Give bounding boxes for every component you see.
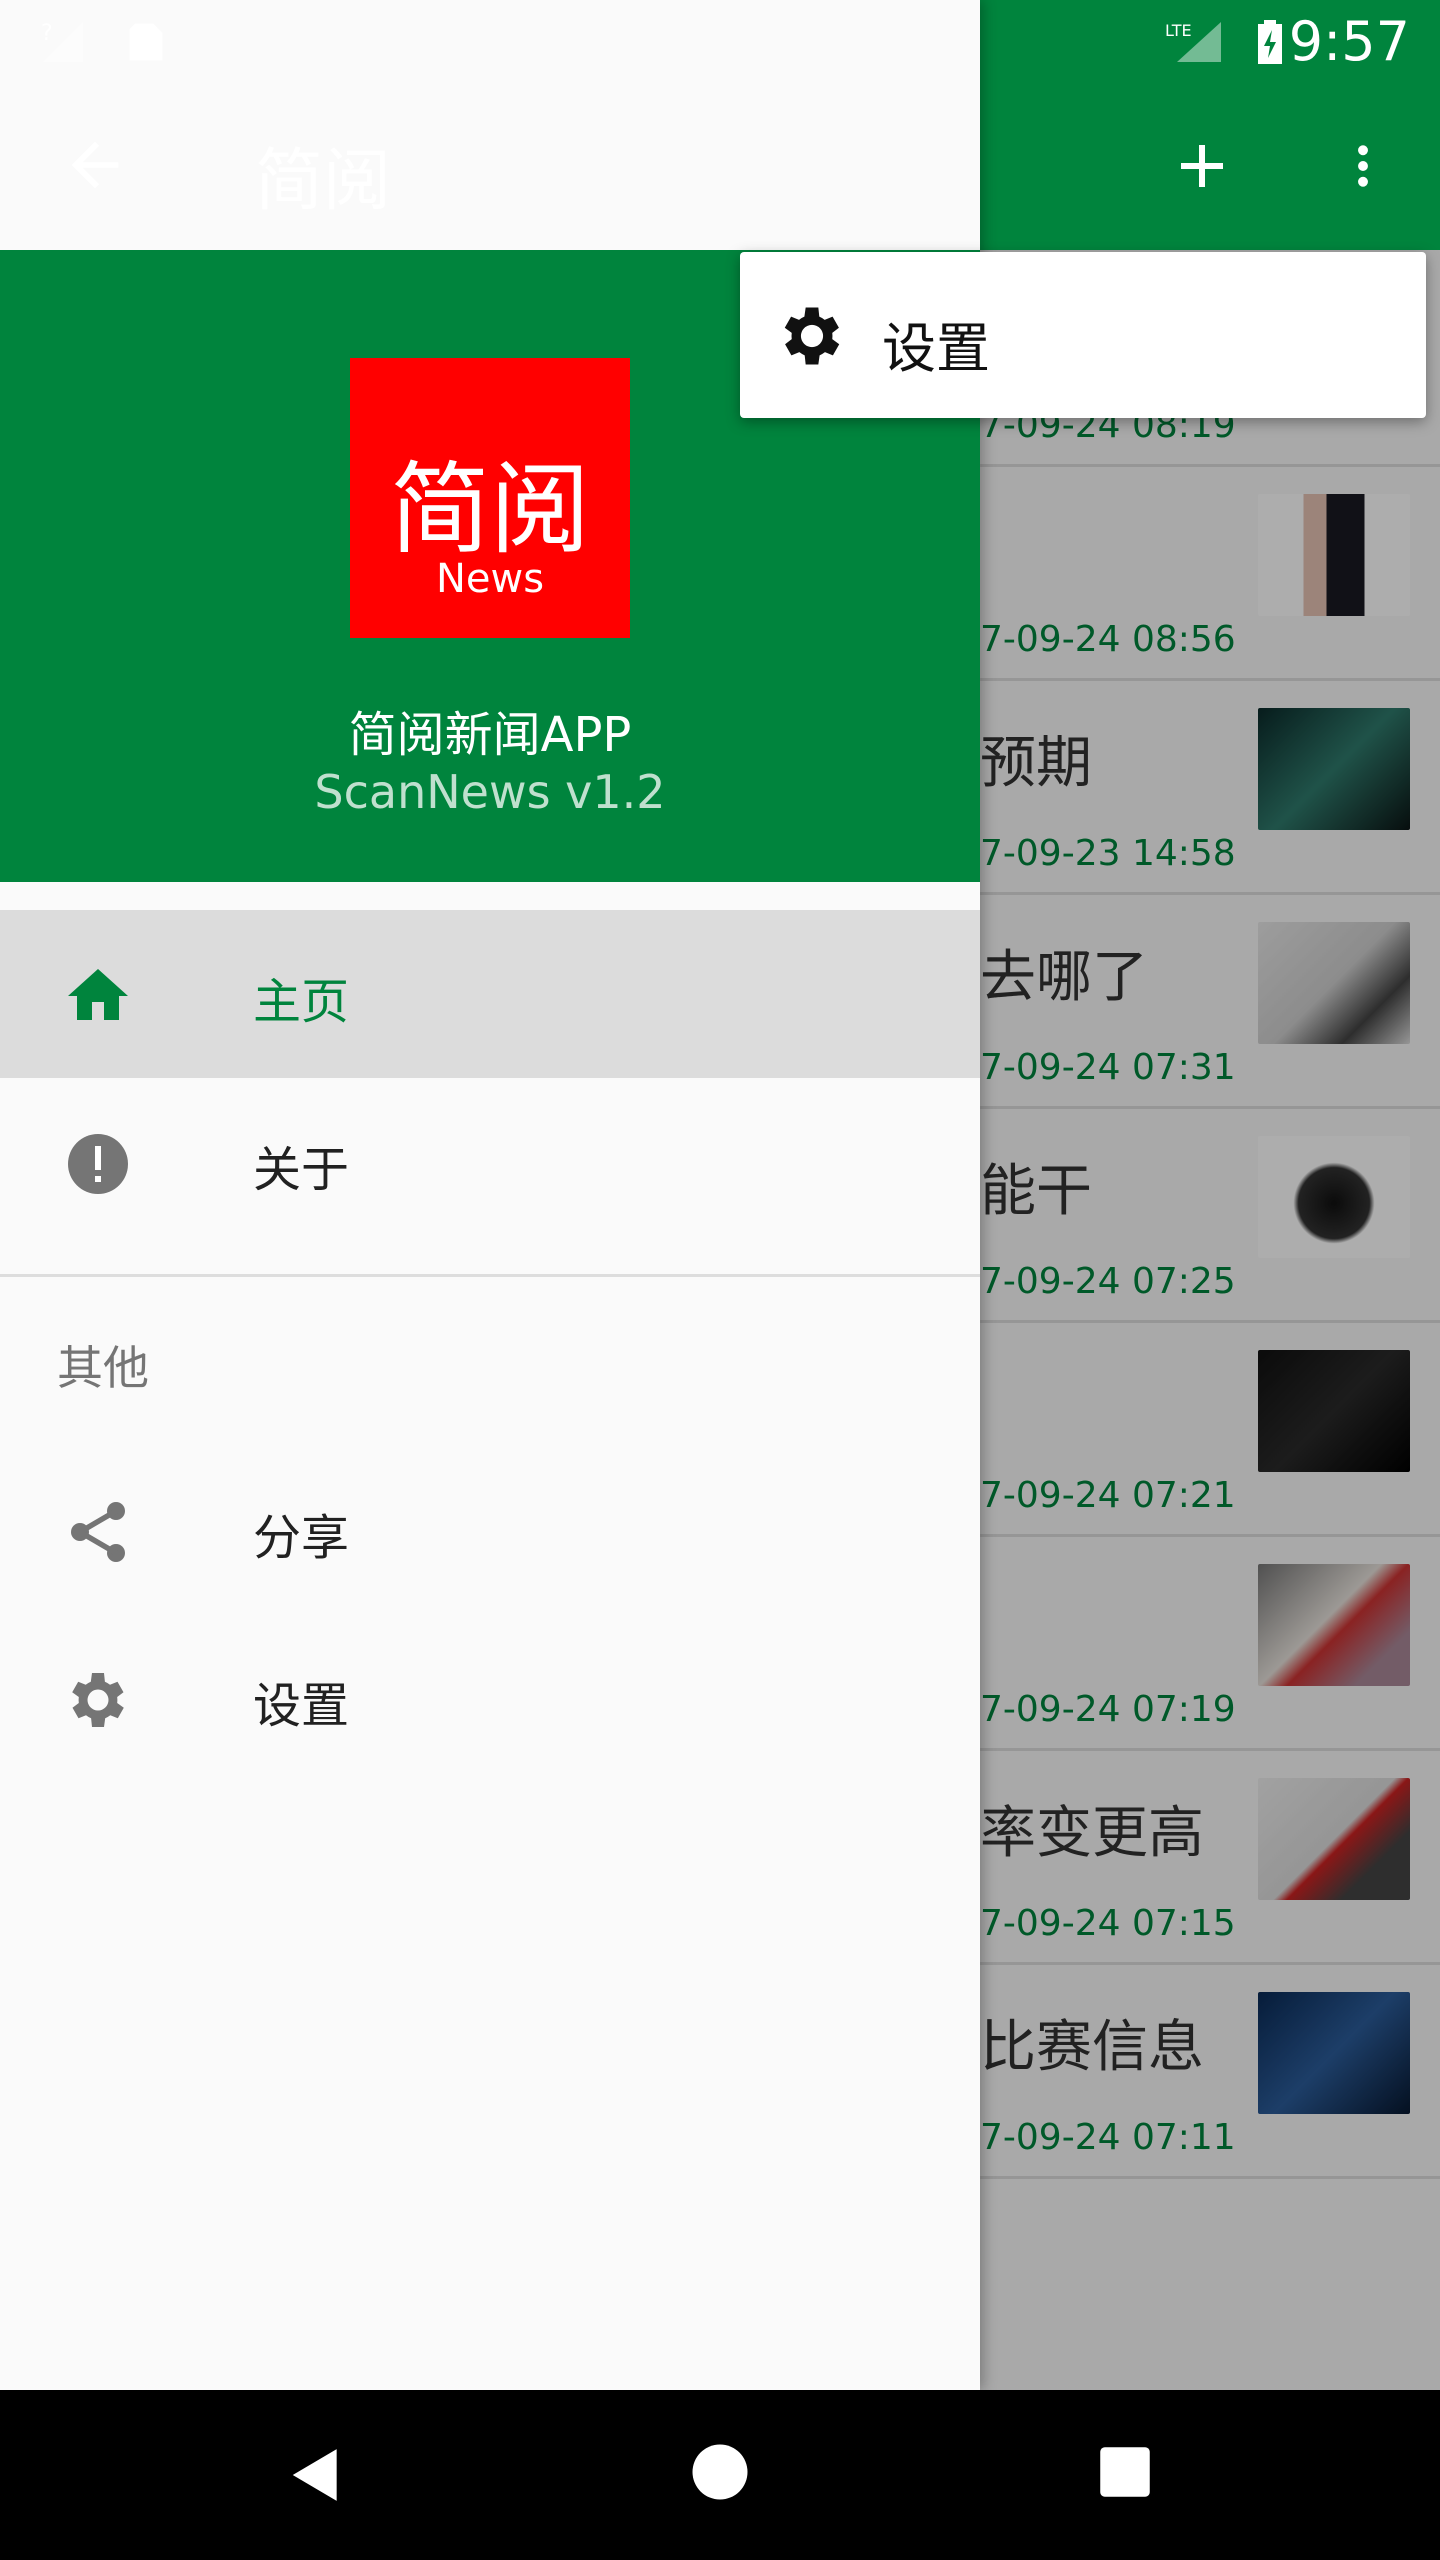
system-nav-bar [0, 2390, 1440, 2560]
sd-card-icon [129, 23, 163, 61]
menu-item-label: 设置 [882, 317, 990, 380]
drawer-scrim[interactable] [980, 250, 1440, 2390]
status-bar: ? LTE 9:57 [0, 0, 1440, 84]
app-version: ScanNews v1.2 [314, 765, 666, 819]
more-vert-icon[interactable] [1336, 130, 1390, 202]
info-icon [68, 1134, 128, 1194]
app-logo: 简阅 News [350, 358, 630, 638]
battery-charging-icon [1258, 20, 1282, 64]
share-icon [71, 1502, 125, 1562]
gear-icon [72, 1673, 124, 1727]
menu-item-settings[interactable]: 设置 [740, 252, 1426, 418]
signal-icon: ? [41, 21, 83, 62]
back-arrow-icon[interactable] [60, 130, 130, 200]
gear-icon [784, 307, 840, 365]
nav-back-icon[interactable] [285, 2442, 347, 2508]
svg-text:LTE: LTE [1165, 21, 1192, 40]
svg-text:?: ? [41, 21, 53, 46]
drawer-item-share[interactable]: 分享 [0, 1446, 980, 1614]
home-icon [68, 969, 128, 1020]
drawer-item-label: 关于 [253, 1142, 350, 1198]
drawer-item-about[interactable]: 关于 [0, 1078, 980, 1246]
nav-home-icon[interactable] [690, 2442, 750, 2502]
overflow-menu: 设置 [740, 252, 1426, 418]
drawer-divider [0, 1274, 980, 1277]
drawer-item-home[interactable]: 主页 [0, 910, 980, 1078]
nav-recents-icon[interactable] [1098, 2445, 1152, 2499]
app-name: 简阅新闻APP [348, 707, 632, 763]
drawer-section-header: 其他 [57, 1341, 149, 1395]
drawer-item-label: 分享 [253, 1510, 350, 1566]
drawer-item-settings[interactable]: 设置 [0, 1614, 980, 1782]
drawer-item-label: 设置 [253, 1678, 350, 1734]
add-icon[interactable] [1166, 130, 1238, 202]
lte-signal-icon: LTE [1165, 21, 1221, 62]
drawer-item-label: 主页 [253, 974, 350, 1030]
toolbar-title: 简阅 [255, 142, 392, 221]
logo-text: 简阅 [390, 451, 590, 568]
logo-subtext: News [435, 556, 545, 602]
status-time: 9:57 [1288, 10, 1410, 73]
